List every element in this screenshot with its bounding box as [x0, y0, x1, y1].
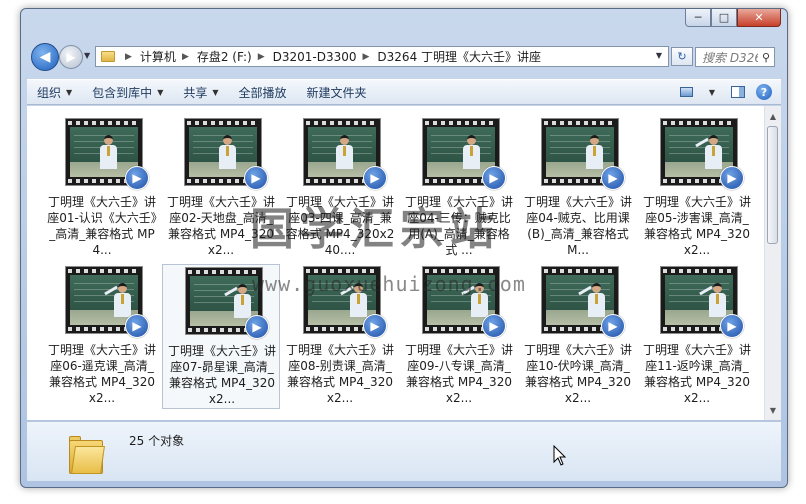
- share-menu[interactable]: 共享 ▼: [173, 80, 228, 104]
- details-pane: 25 个对象: [27, 421, 781, 481]
- chevron-down-icon: ▼: [708, 87, 716, 97]
- file-name: 丁明理《大六壬》讲座07-昴星课_高清_兼容格式 MP4_320x2...: [167, 344, 276, 406]
- media-player-icon: ▶: [482, 314, 506, 338]
- refresh-icon: ↻: [677, 50, 687, 63]
- file-name: 丁明理《大六壬》讲座06-遥克课_高清_兼容格式 MP4_320x2...: [47, 343, 156, 405]
- search-placeholder: 搜索 D326...: [702, 50, 758, 65]
- watermark-text: 国学汇宗站: [250, 204, 500, 255]
- toolbar-right: ▼ ?: [671, 82, 775, 102]
- scroll-down-arrow-icon[interactable]: ▼: [765, 402, 781, 418]
- media-player-icon: ▶: [601, 314, 625, 338]
- breadcrumb-label: 存盘2 (F:): [196, 50, 252, 64]
- include-in-library-menu[interactable]: 包含到库中 ▼: [82, 80, 173, 104]
- file-item[interactable]: ▶ 丁明理《大六壬》讲座01-认识《大六壬》_高清_兼容格式 MP4...: [43, 116, 161, 261]
- video-thumbnail: ▶: [541, 118, 625, 190]
- breadcrumb-label: D3201-D3300: [272, 49, 357, 64]
- mouse-cursor-icon: [553, 445, 567, 466]
- forward-button[interactable]: ▶: [59, 45, 83, 69]
- breadcrumb-label: 计算机: [139, 50, 176, 64]
- item-count: 25 个对象: [129, 434, 185, 448]
- close-button[interactable]: ✕: [737, 9, 781, 27]
- video-thumbnail: ▶: [660, 266, 744, 338]
- video-thumbnail: ▶: [422, 118, 506, 190]
- address-bar[interactable]: ▶ 计算机 ▶ 存盘2 (F:) ▶ D3201-D3300 ▶ D3264 丁…: [95, 46, 669, 67]
- breadcrumb-label: D3264 丁明理《大六壬》讲座: [377, 50, 542, 64]
- change-view-button[interactable]: [675, 82, 697, 102]
- include-library-label: 包含到库中: [92, 85, 153, 100]
- media-player-icon: ▶: [482, 166, 506, 190]
- share-label: 共享: [183, 85, 208, 100]
- video-thumbnail: ▶: [184, 118, 268, 190]
- minimize-button[interactable]: ─: [685, 9, 711, 27]
- breadcrumb-current-folder[interactable]: D3264 丁明理《大六壬》讲座: [377, 48, 541, 65]
- file-name: 丁明理《大六壬》讲座08-别责课_高清_兼容格式 MP4_320x2...: [285, 343, 394, 405]
- view-options-dropdown[interactable]: ▼: [701, 82, 723, 102]
- address-row: ◀ ▶ ▼ ▶ 计算机 ▶ 存盘2 (F:) ▶ D3201-D3300 ▶ D…: [21, 41, 787, 73]
- play-all-button[interactable]: 全部播放: [229, 80, 297, 104]
- video-thumbnail: ▶: [303, 118, 387, 190]
- file-name: 丁明理《大六壬》讲座10-伏吟课_高清_兼容格式 MP4_320x2...: [523, 343, 632, 405]
- media-player-icon: ▶: [720, 166, 744, 190]
- back-button[interactable]: ◀: [31, 43, 59, 71]
- preview-pane-button[interactable]: [727, 82, 749, 102]
- file-name: 丁明理《大六壬》讲座11-返吟课_高清_兼容格式 MP4_320x2...: [642, 343, 751, 405]
- address-history-dropdown-icon[interactable]: ▼: [656, 51, 662, 60]
- folder-icon: [69, 436, 105, 476]
- chevron-right-icon[interactable]: ▶: [258, 52, 265, 62]
- file-item[interactable]: ▶ 丁明理《大六壬》讲座04-贼克、比用课(B)_高清_兼容格式 M...: [519, 116, 637, 261]
- media-player-icon: ▶: [125, 314, 149, 338]
- video-thumbnail: ▶: [541, 266, 625, 338]
- breadcrumb-range-folder[interactable]: D3201-D3300: [273, 50, 357, 64]
- media-player-icon: ▶: [363, 166, 387, 190]
- media-player-icon: ▶: [363, 314, 387, 338]
- maximize-button[interactable]: □: [711, 9, 737, 27]
- file-item[interactable]: ▶ 丁明理《大六壬》讲座05-涉害课_高清_兼容格式 MP4_320x2...: [638, 116, 756, 261]
- media-player-icon: ▶: [720, 314, 744, 338]
- file-name: 丁明理《大六壬》讲座04-贼克、比用课(B)_高清_兼容格式 M...: [523, 195, 632, 257]
- file-name: 丁明理《大六壬》讲座05-涉害课_高清_兼容格式 MP4_320x2...: [642, 195, 751, 257]
- video-thumbnail: ▶: [65, 266, 149, 338]
- vertical-scrollbar[interactable]: ▲ ▼: [764, 106, 781, 420]
- scroll-up-arrow-icon[interactable]: ▲: [765, 108, 781, 124]
- refresh-button[interactable]: ↻: [671, 47, 693, 66]
- media-player-icon: ▶: [245, 315, 269, 339]
- media-player-icon: ▶: [601, 166, 625, 190]
- view-icon: [679, 87, 693, 97]
- preview-pane-icon: [731, 86, 745, 98]
- help-button[interactable]: ?: [753, 82, 775, 102]
- breadcrumb-drive[interactable]: 存盘2 (F:): [197, 48, 252, 65]
- organize-label: 组织: [37, 85, 62, 100]
- search-icon[interactable]: ⚲: [758, 51, 774, 64]
- file-name: 丁明理《大六壬》讲座09-八专课_高清_兼容格式 MP4_320x2...: [404, 343, 513, 405]
- media-player-icon: ▶: [125, 166, 149, 190]
- folder-icon: [101, 51, 115, 62]
- breadcrumb-computer[interactable]: 计算机: [140, 48, 176, 65]
- chevron-right-icon[interactable]: ▶: [125, 52, 132, 62]
- file-list-pane[interactable]: ▶ 丁明理《大六壬》讲座01-认识《大六壬》_高清_兼容格式 MP4... ▶ 丁明理…: [27, 106, 781, 420]
- search-input[interactable]: 搜索 D326... ⚲: [695, 47, 775, 67]
- file-item[interactable]: ▶ 丁明理《大六壬》讲座10-伏吟课_高清_兼容格式 MP4_320x2...: [519, 264, 637, 409]
- chevron-down-icon: ▼: [212, 87, 219, 97]
- organize-menu[interactable]: 组织 ▼: [27, 80, 82, 104]
- watermark-url: www.guoxuehuizong.com: [252, 272, 526, 296]
- file-item[interactable]: ▶ 丁明理《大六壬》讲座11-返吟课_高清_兼容格式 MP4_320x2...: [638, 264, 756, 409]
- file-name: 丁明理《大六壬》讲座01-认识《大六壬》_高清_兼容格式 MP4...: [47, 195, 157, 257]
- command-bar: 组织 ▼ 包含到库中 ▼ 共享 ▼ 全部播放 新建文件夹 ▼ ?: [27, 79, 781, 105]
- chevron-down-icon: ▼: [157, 87, 164, 97]
- media-player-icon: ▶: [244, 166, 268, 190]
- help-icon: ?: [756, 84, 772, 100]
- chevron-down-icon: ▼: [66, 87, 73, 97]
- window-controls: ─ □ ✕: [685, 9, 781, 29]
- chevron-right-icon[interactable]: ▶: [363, 52, 370, 62]
- video-thumbnail: ▶: [660, 118, 744, 190]
- file-item[interactable]: ▶ 丁明理《大六壬》讲座06-遥克课_高清_兼容格式 MP4_320x2...: [43, 264, 161, 409]
- recent-pages-dropdown-icon[interactable]: ▼: [84, 51, 90, 60]
- chevron-right-icon[interactable]: ▶: [182, 52, 189, 62]
- new-folder-button[interactable]: 新建文件夹: [297, 80, 377, 104]
- video-thumbnail: ▶: [65, 118, 149, 190]
- scrollbar-thumb[interactable]: [767, 126, 778, 244]
